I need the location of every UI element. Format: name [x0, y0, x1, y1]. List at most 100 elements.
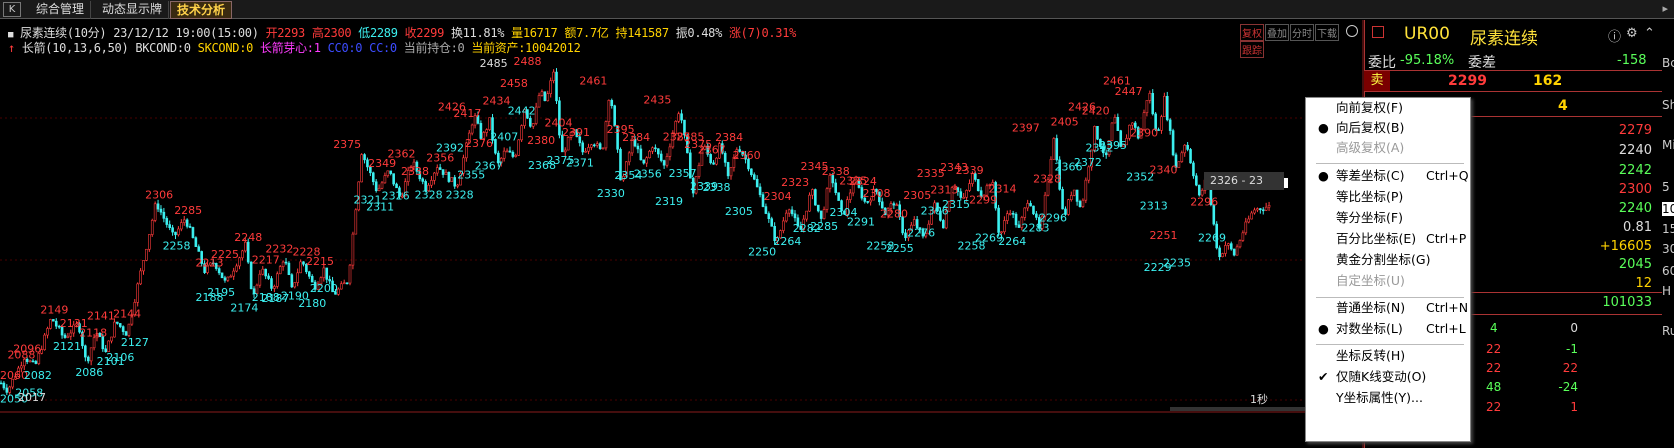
candle-body	[627, 152, 631, 163]
candle-body	[540, 91, 544, 96]
candle-body	[392, 173, 395, 185]
high-point-label: 2417	[453, 107, 481, 120]
menu-percent-coord[interactable]: 百分比坐标(E) Ctrl+P	[1306, 229, 1470, 249]
candle-body	[822, 209, 826, 219]
scroll-right-icon[interactable]: ▸	[1662, 2, 1668, 15]
panel-collapse-icon[interactable]	[1372, 26, 1384, 38]
period-item-5[interactable]: 10	[1662, 202, 1674, 216]
info-icon[interactable]: ⓘ	[1608, 26, 1621, 45]
menu-follow-kline[interactable]: ✔ 仅随K线变动(O)	[1306, 367, 1470, 387]
kline-chart[interactable]: 2060 2050 2096 2088 2082 2058 2149 2121 2131 2086…	[0, 20, 1364, 448]
tab-comprehensive[interactable]: 综合管理	[30, 1, 92, 19]
candle-body	[1081, 199, 1085, 207]
period-item-8[interactable]: 60	[1662, 264, 1674, 278]
tick-5-a: 22	[1486, 400, 1502, 414]
period-item-3[interactable]: Mi	[1662, 138, 1674, 152]
candle-body	[529, 117, 532, 127]
candle-body	[715, 157, 718, 165]
candle-body	[549, 80, 552, 94]
amplitude: 振0.48%	[675, 26, 723, 40]
stat-9: 12	[1635, 276, 1652, 291]
settings-icon[interactable]: ⚙	[1626, 26, 1638, 41]
period-item-2[interactable]: Sh	[1662, 98, 1674, 112]
low-point-label: 2367	[475, 160, 503, 173]
restore-rights-button[interactable]: 复权	[1240, 24, 1264, 41]
period-item-4[interactable]: 5	[1662, 180, 1670, 194]
candle-body	[837, 192, 840, 201]
menu-invert-coord[interactable]: 坐标反转(H)	[1306, 346, 1470, 366]
chevron-up-icon[interactable]: ⌃	[1644, 26, 1655, 41]
candle-body	[636, 145, 640, 150]
period-item-10[interactable]: Ru	[1662, 324, 1674, 338]
candle-body	[273, 286, 276, 289]
candle-body	[1029, 203, 1032, 207]
period-item-9[interactable]: H	[1662, 284, 1671, 298]
menu-separator	[1316, 163, 1464, 164]
tick-4-a: 48	[1486, 380, 1502, 394]
high-point-label: 2088	[7, 348, 35, 361]
menu-log-coord[interactable]: ● 对数坐标(L) Ctrl+L	[1306, 319, 1470, 339]
candle-body	[421, 178, 425, 182]
candle-body	[959, 191, 963, 198]
period-item-1[interactable]: Bc	[1662, 56, 1674, 70]
high-point-label: 2435	[643, 94, 671, 107]
open-price: 开2293	[265, 26, 306, 40]
candle-body	[593, 144, 596, 147]
k-button[interactable]: K	[3, 2, 21, 17]
candle-body	[46, 328, 49, 336]
low-point-label: 2326	[382, 190, 410, 203]
candle-body	[86, 356, 90, 362]
candle-body	[360, 154, 363, 183]
candle-body	[118, 323, 122, 327]
clock-icon[interactable]	[1346, 25, 1358, 37]
download-button[interactable]: 下载	[1315, 24, 1339, 41]
candle-body	[825, 188, 829, 210]
menu-advanced-adjust[interactable]: 高级复权(A)	[1306, 138, 1470, 158]
kline-canvas[interactable]: 2060205020962088208220582149212121312086…	[0, 20, 1364, 448]
candle-body	[2, 382, 6, 389]
tab-dynamic-board[interactable]: 动态显示牌	[96, 1, 170, 19]
menu-y-coord-props[interactable]: Y坐标属性(Y)...	[1306, 388, 1470, 408]
low-point-label: 2305	[725, 205, 753, 218]
candle-body	[1238, 240, 1242, 248]
candle-body	[1165, 95, 1169, 121]
low-point-label: 2371	[566, 157, 594, 170]
menu-golden-coord[interactable]: 黄金分割坐标(G)	[1306, 250, 1470, 270]
candle-body	[246, 241, 250, 263]
high-point-label: 2367	[698, 144, 726, 157]
low-point-label: 2392	[436, 141, 464, 154]
period-item-7[interactable]: 30	[1662, 242, 1674, 256]
tab-tech-analysis[interactable]: 技术分析	[170, 1, 233, 19]
candle-body	[639, 148, 643, 161]
menu-forward-adjust[interactable]: 向前复权(F)	[1306, 98, 1470, 118]
candle-body	[232, 270, 235, 277]
timeshare-button[interactable]: 分时	[1290, 24, 1314, 41]
low-price: 低2289	[358, 26, 398, 40]
contract-title: 尿素连续	[1470, 29, 1538, 49]
candle-body	[656, 148, 660, 155]
menu-geom-coord[interactable]: 等比坐标(P)	[1306, 187, 1470, 207]
candle-body	[654, 147, 657, 150]
candle-body	[310, 276, 314, 283]
candle-body	[968, 183, 971, 191]
contract-code: UR00	[1404, 24, 1450, 44]
menu-equal-coord[interactable]: 等分坐标(F)	[1306, 208, 1470, 228]
indicator-name[interactable]: 长箭(10,13,6,50)	[22, 41, 129, 55]
overlay-button[interactable]: 叠加	[1265, 24, 1289, 41]
candle-body	[1145, 100, 1149, 114]
candle-body	[1017, 224, 1021, 228]
candle-body	[267, 275, 270, 279]
high-point-label: 2375	[333, 138, 361, 151]
menu-backward-adjust[interactable]: ● 向后复权(B)	[1306, 118, 1470, 138]
menu-custom-coord[interactable]: 自定坐标(U)	[1306, 271, 1470, 291]
candle-body	[770, 218, 774, 227]
candle-body	[508, 150, 512, 153]
candle-body	[680, 113, 683, 121]
track-button[interactable]: 跟踪	[1240, 41, 1264, 58]
candle-body	[110, 336, 113, 342]
high-point-label: 2285	[174, 204, 202, 217]
menu-arith-coord[interactable]: ● 等差坐标(C) Ctrl+Q	[1306, 166, 1470, 186]
menu-normal-coord[interactable]: 普通坐标(N) Ctrl+N	[1306, 298, 1470, 318]
period-item-6[interactable]: 15	[1662, 222, 1674, 236]
candle-body	[185, 219, 189, 227]
